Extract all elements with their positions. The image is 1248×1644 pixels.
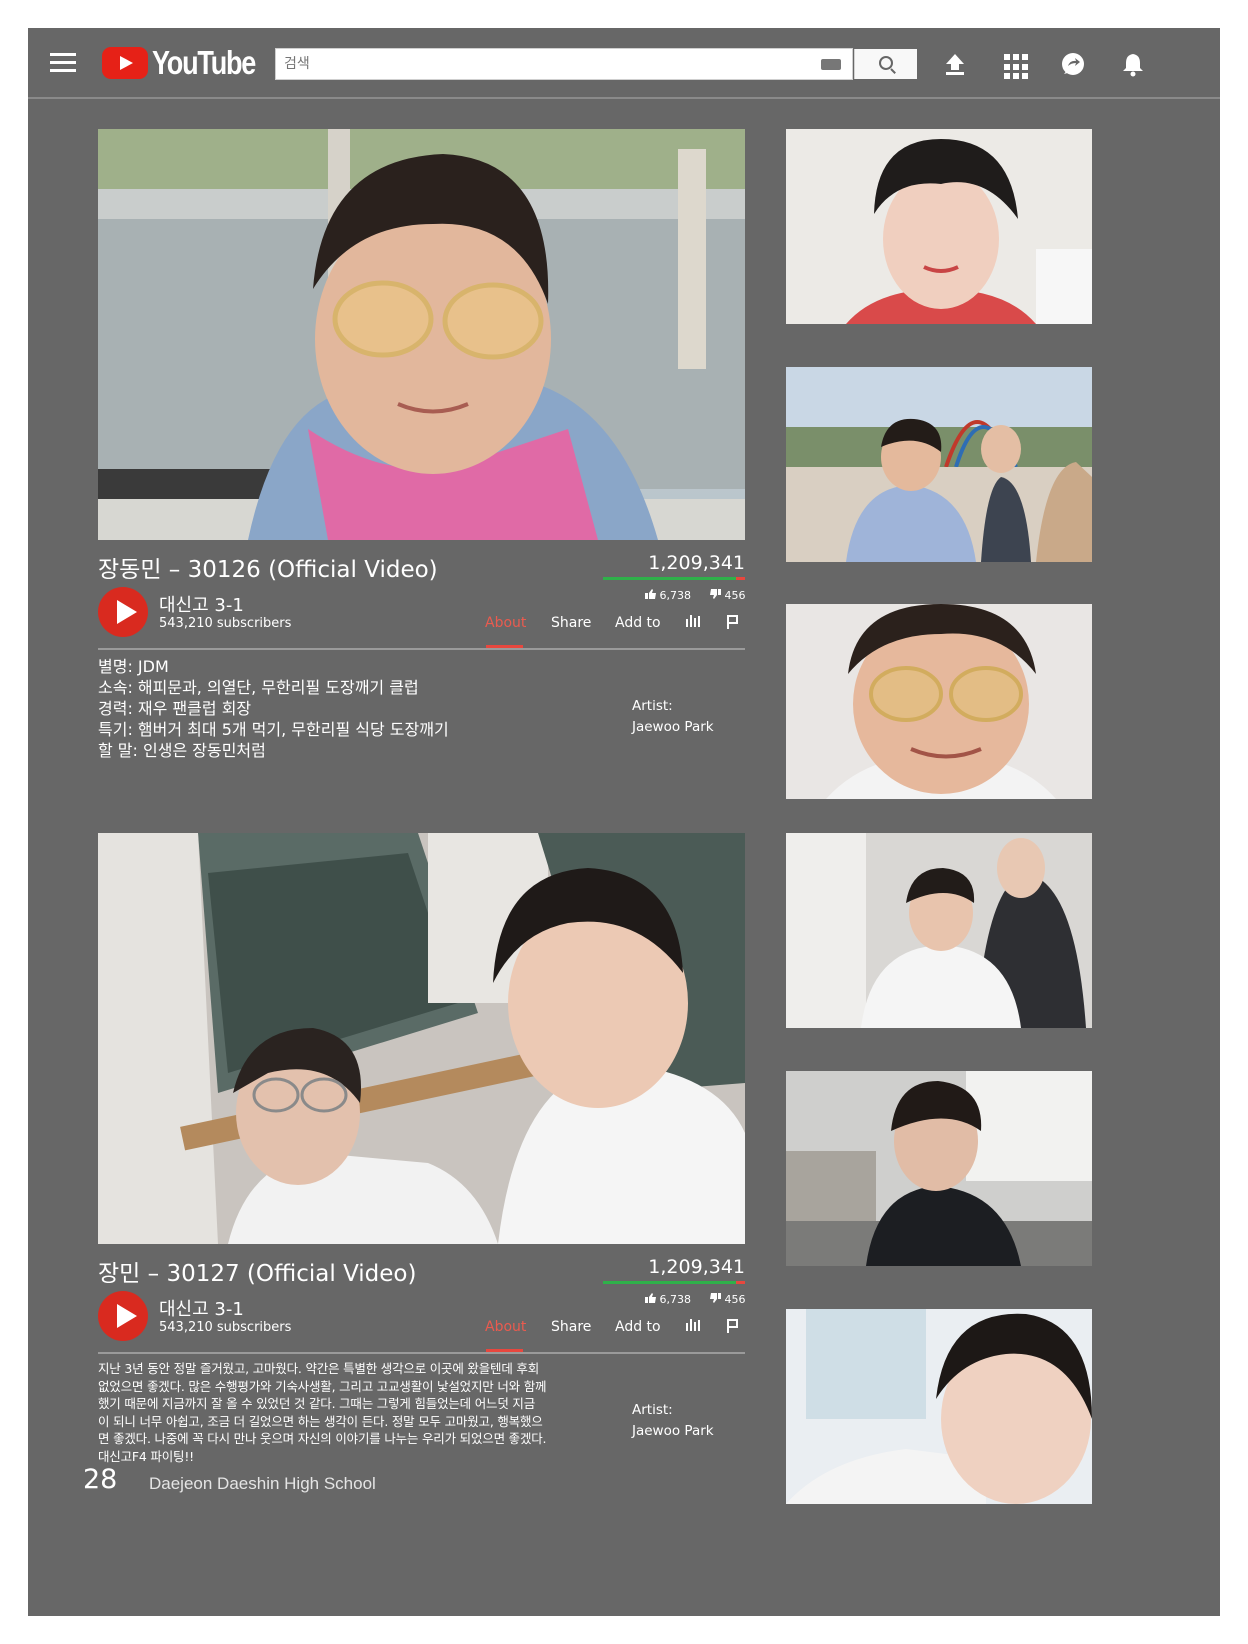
sidebar-thumbnail-5[interactable] — [786, 1071, 1092, 1266]
sidebar-thumbnail-4[interactable] — [786, 833, 1092, 1028]
video-1-channel-avatar[interactable] — [98, 587, 148, 637]
video-2-photo[interactable] — [98, 833, 745, 1244]
video-1-description: 별명: JDM 소속: 해피문과, 의열단, 무한리필 도장깨기 클럽 경력: … — [98, 656, 449, 761]
artist-label: Artist: — [632, 1402, 673, 1418]
video-1-like-ratio-bar — [603, 577, 745, 580]
description-line: 별명: JDM — [98, 657, 169, 676]
video-1-dislikes[interactable]: 456 — [710, 589, 746, 602]
description-line: 특기: 햄버거 최대 5개 먹기, 무한리필 식당 도장깨기 — [98, 720, 449, 739]
thumbs-down-icon — [710, 1293, 721, 1303]
stats-icon[interactable] — [685, 1318, 701, 1332]
video-2-tab-about[interactable]: About — [485, 1319, 526, 1335]
thumbs-up-icon — [645, 1293, 656, 1303]
upload-icon[interactable] — [942, 51, 968, 77]
description-line: 소속: 해피문과, 의열단, 무한리필 도장깨기 클럽 — [98, 678, 419, 697]
search-icon — [879, 56, 893, 70]
stats-icon[interactable] — [685, 614, 701, 628]
video-1-view-count: 1,209,341 — [648, 552, 745, 574]
flag-icon[interactable] — [725, 614, 739, 629]
search-bar — [275, 48, 917, 80]
video-2-like-ratio-bar — [603, 1281, 745, 1284]
video-1-channel-name[interactable]: 대신고 3-1 — [159, 591, 244, 617]
video-1-dislike-count: 456 — [724, 589, 746, 602]
video-1-like-fill — [603, 577, 737, 580]
sidebar-thumbnail-2[interactable] — [786, 367, 1092, 562]
video-1-photo[interactable] — [98, 129, 745, 540]
video-2-like-count: 6,738 — [659, 1293, 692, 1306]
thumbs-down-icon — [710, 589, 721, 599]
video-2-likes[interactable]: 6,738 — [645, 1293, 691, 1306]
video-1-title[interactable]: 장동민 – 30126 (Official Video) — [98, 550, 438, 584]
video-2-tab-share[interactable]: Share — [551, 1319, 591, 1335]
description-line: 지난 3년 동안 정말 즐거웠고, 고마웠다. 약간은 특별한 생각으로 이곳에… — [98, 1361, 540, 1376]
sidebar-thumbnail-1[interactable] — [786, 129, 1092, 324]
sidebar-thumbnail-3[interactable] — [786, 604, 1092, 799]
flag-icon[interactable] — [725, 1318, 739, 1333]
page-number: 28 — [83, 1464, 118, 1495]
divider — [98, 1352, 745, 1354]
youtube-play-logo-icon — [102, 47, 148, 79]
notifications-icon[interactable] — [1120, 51, 1146, 77]
video-2-view-count: 1,209,341 — [648, 1256, 745, 1278]
video-2-artist: Artist: Jaewoo Park — [632, 1400, 714, 1442]
menu-icon[interactable] — [50, 53, 76, 72]
thumbs-up-icon — [645, 589, 656, 599]
logo-text: YouTube — [152, 44, 256, 81]
search-input[interactable] — [276, 49, 796, 79]
description-line: 할 말: 인생은 장동민처럼 — [98, 741, 266, 760]
video-1-artist: Artist: Jaewoo Park — [632, 696, 714, 738]
search-button[interactable] — [854, 49, 917, 79]
apps-icon[interactable] — [1004, 54, 1030, 80]
artist-name: Jaewoo Park — [632, 719, 714, 735]
video-2-dislike-count: 456 — [724, 1293, 746, 1306]
description-line: 대신고F4 파이팅!! — [98, 1448, 194, 1464]
video-2-title[interactable]: 장민 – 30127 (Official Video) — [98, 1254, 416, 1288]
video-2-description: 지난 3년 동안 정말 즐거웠고, 고마웠다. 약간은 특별한 생각으로 이곳에… — [98, 1360, 593, 1465]
sidebar-thumbnail-6[interactable] — [786, 1309, 1092, 1504]
video-1-tab-add-to[interactable]: Add to — [615, 615, 661, 631]
video-2-tab-add-to[interactable]: Add to — [615, 1319, 661, 1335]
artist-label: Artist: — [632, 698, 673, 714]
video-2-like-fill — [603, 1281, 737, 1284]
video-1-tab-share[interactable]: Share — [551, 615, 591, 631]
description-line: 이 되니 너무 아쉽고, 조금 더 길었으면 하는 생각이 든다. 정말 모두 … — [98, 1413, 543, 1429]
video-2-channel-name[interactable]: 대신고 3-1 — [159, 1295, 244, 1321]
messages-icon[interactable] — [1060, 51, 1086, 77]
description-line: 했기 때문에 지금까지 잘 올 수 있었던 것 같다. 그때는 그렇게 힘들었는… — [98, 1396, 536, 1411]
school-name: Daejeon Daeshin High School — [149, 1474, 376, 1493]
video-1-subscribers: 543,210 subscribers — [159, 616, 292, 631]
description-line: 없었으면 좋겠다. 많은 수행평가와 기숙사생활, 그리고 고교생활이 낯설었지… — [98, 1378, 547, 1394]
yearbook-page: YouTube 검색 장동민 – 30126 (Official Video) … — [28, 28, 1220, 1616]
divider — [98, 648, 745, 650]
video-2-dislikes[interactable]: 456 — [710, 1293, 746, 1306]
video-1-tab-about[interactable]: About — [485, 615, 526, 631]
video-2-channel-avatar[interactable] — [98, 1291, 148, 1341]
description-line: 면 좋겠다. 나중에 꼭 다시 만나 웃으며 자신의 이야기를 나누는 우리가 … — [98, 1431, 547, 1446]
youtube-header: YouTube — [28, 28, 1220, 99]
youtube-logo[interactable]: YouTube — [102, 44, 278, 81]
artist-name: Jaewoo Park — [632, 1423, 714, 1439]
video-1-like-count: 6,738 — [659, 589, 692, 602]
video-2-subscribers: 543,210 subscribers — [159, 1320, 292, 1335]
keyboard-icon[interactable] — [821, 59, 841, 70]
description-line: 경력: 재우 팬클럽 회장 — [98, 699, 252, 718]
video-1-likes[interactable]: 6,738 — [645, 589, 691, 602]
